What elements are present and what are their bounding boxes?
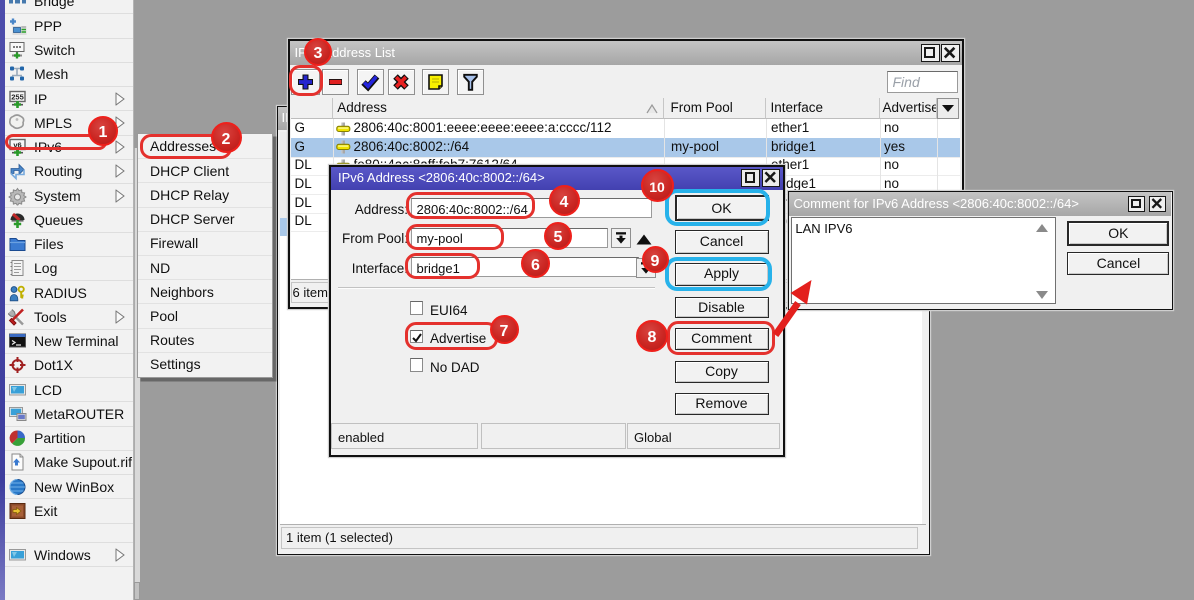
svg-text:255: 255: [11, 92, 24, 101]
